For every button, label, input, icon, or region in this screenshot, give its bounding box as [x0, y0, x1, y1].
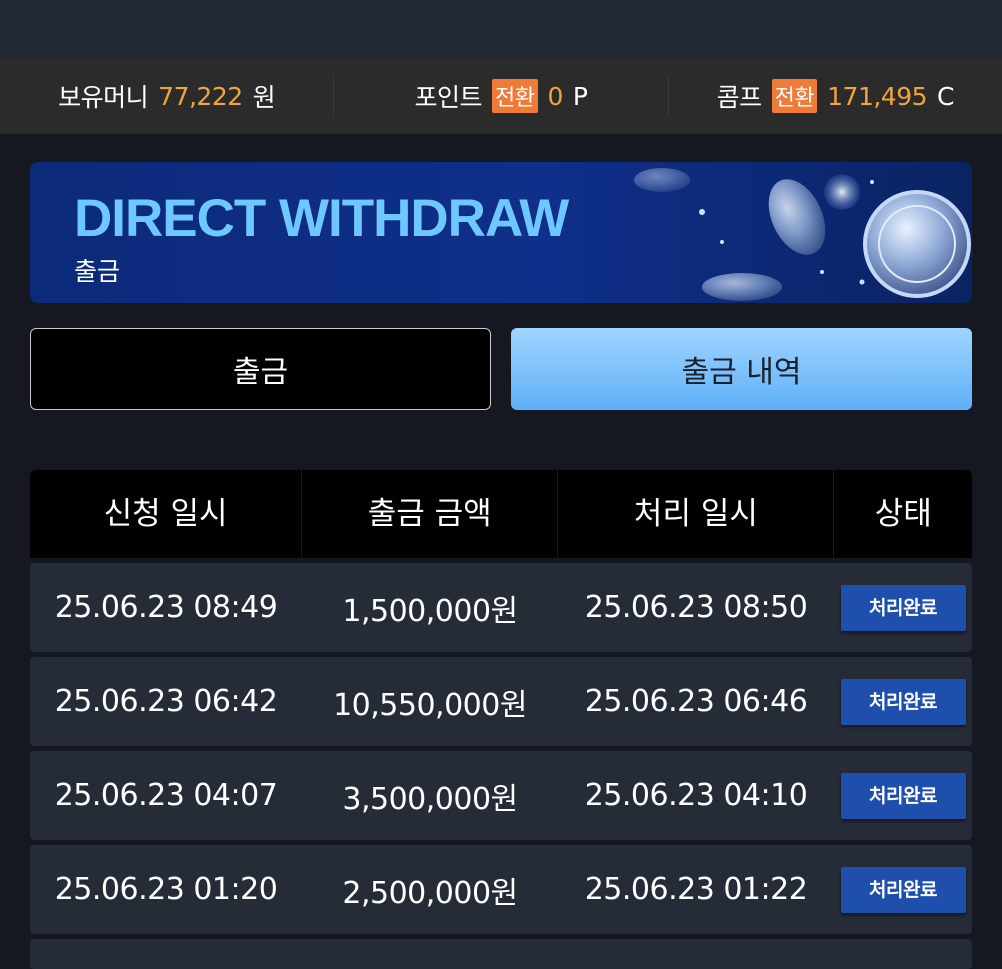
comp-balance: 콤프 전환 171,495 C — [667, 76, 1002, 116]
withdraw-banner: DIRECT WITHDRAW 출금 — [30, 162, 972, 303]
processed-time: 25.06.23 08:50 — [584, 590, 808, 625]
point-convert-button[interactable]: 전환 — [492, 79, 538, 113]
requested-time: 25.06.23 06:42 — [54, 684, 278, 719]
header-processed: 처리 일시 — [557, 470, 833, 558]
table-row: 25.06.23 08:49 1,500,000원 25.06.23 08:50… — [30, 563, 972, 652]
comp-label: 콤프 — [716, 83, 763, 112]
status-cell: 처리완료 — [834, 772, 972, 819]
banner-title: DIRECT WITHDRAW — [74, 189, 569, 248]
money-unit: 원 — [252, 83, 276, 112]
status-cell: 처리완료 — [834, 866, 972, 913]
table-row: 25.06.23 04:07 3,500,000원 25.06.23 04:10… — [30, 751, 972, 840]
requested-time: 25.06.23 01:20 — [54, 872, 278, 907]
comp-value: 171,495 — [827, 81, 928, 111]
tab-withdraw[interactable]: 출금 — [30, 328, 491, 410]
status-badge: 처리완료 — [840, 866, 966, 913]
coins-illustration — [634, 168, 971, 301]
wallet-bar: 보유머니 77,222 원 포인트 전환 0 P 콤프 전환 171,495 C — [0, 58, 1002, 134]
status-badge: 처리완료 — [840, 584, 966, 631]
processed-time: 25.06.23 01:22 — [584, 872, 808, 907]
header-requested: 신청 일시 — [103, 496, 228, 532]
status-badge: 처리완료 — [840, 678, 966, 725]
withdraw-amount: 2,500,000원 — [342, 875, 518, 911]
money-value: 77,222 — [158, 81, 243, 111]
point-value: 0 — [547, 81, 564, 111]
money-balance: 보유머니 77,222 원 — [0, 78, 333, 114]
header-amount: 출금 금액 — [301, 470, 557, 558]
processed-time: 25.06.23 06:46 — [584, 684, 808, 719]
main-content: DIRECT WITHDRAW 출금 출금 출금 내역 신청 일시 출금 금액 … — [0, 134, 1002, 969]
withdraw-amount: 3,500,000원 — [342, 781, 518, 817]
table-header: 신청 일시 출금 금액 처리 일시 상태 — [30, 470, 972, 558]
point-balance: 포인트 전환 0 P — [333, 76, 667, 116]
withdraw-amount: 10,550,000원 — [333, 687, 527, 723]
status-badge: 처리완료 — [840, 772, 966, 819]
comp-unit: C — [937, 81, 954, 111]
withdraw-history-table: 신청 일시 출금 금액 처리 일시 상태 25.06.23 08:49 1,50… — [30, 470, 972, 969]
header-status: 상태 — [833, 470, 972, 558]
tab-withdraw-history[interactable]: 출금 내역 — [511, 328, 972, 410]
point-label: 포인트 — [414, 83, 483, 112]
status-cell: 처리완료 — [834, 678, 972, 725]
status-cell: 처리완료 — [834, 584, 972, 631]
top-bar — [0, 0, 1002, 58]
comp-convert-button[interactable]: 전환 — [771, 79, 818, 113]
point-unit: P — [572, 81, 588, 111]
money-label: 보유머니 — [58, 83, 149, 112]
requested-time: 25.06.23 08:49 — [54, 590, 278, 625]
table-row: 25.06.23 01:20 2,500,000원 25.06.23 01:22… — [30, 845, 972, 934]
table-row — [30, 939, 972, 969]
requested-time: 25.06.23 04:07 — [54, 778, 278, 813]
withdraw-amount: 1,500,000원 — [342, 593, 518, 629]
banner-subtitle: 출금 — [74, 257, 121, 286]
table-row: 25.06.23 06:42 10,550,000원 25.06.23 06:4… — [30, 657, 972, 746]
processed-time: 25.06.23 04:10 — [584, 778, 808, 813]
